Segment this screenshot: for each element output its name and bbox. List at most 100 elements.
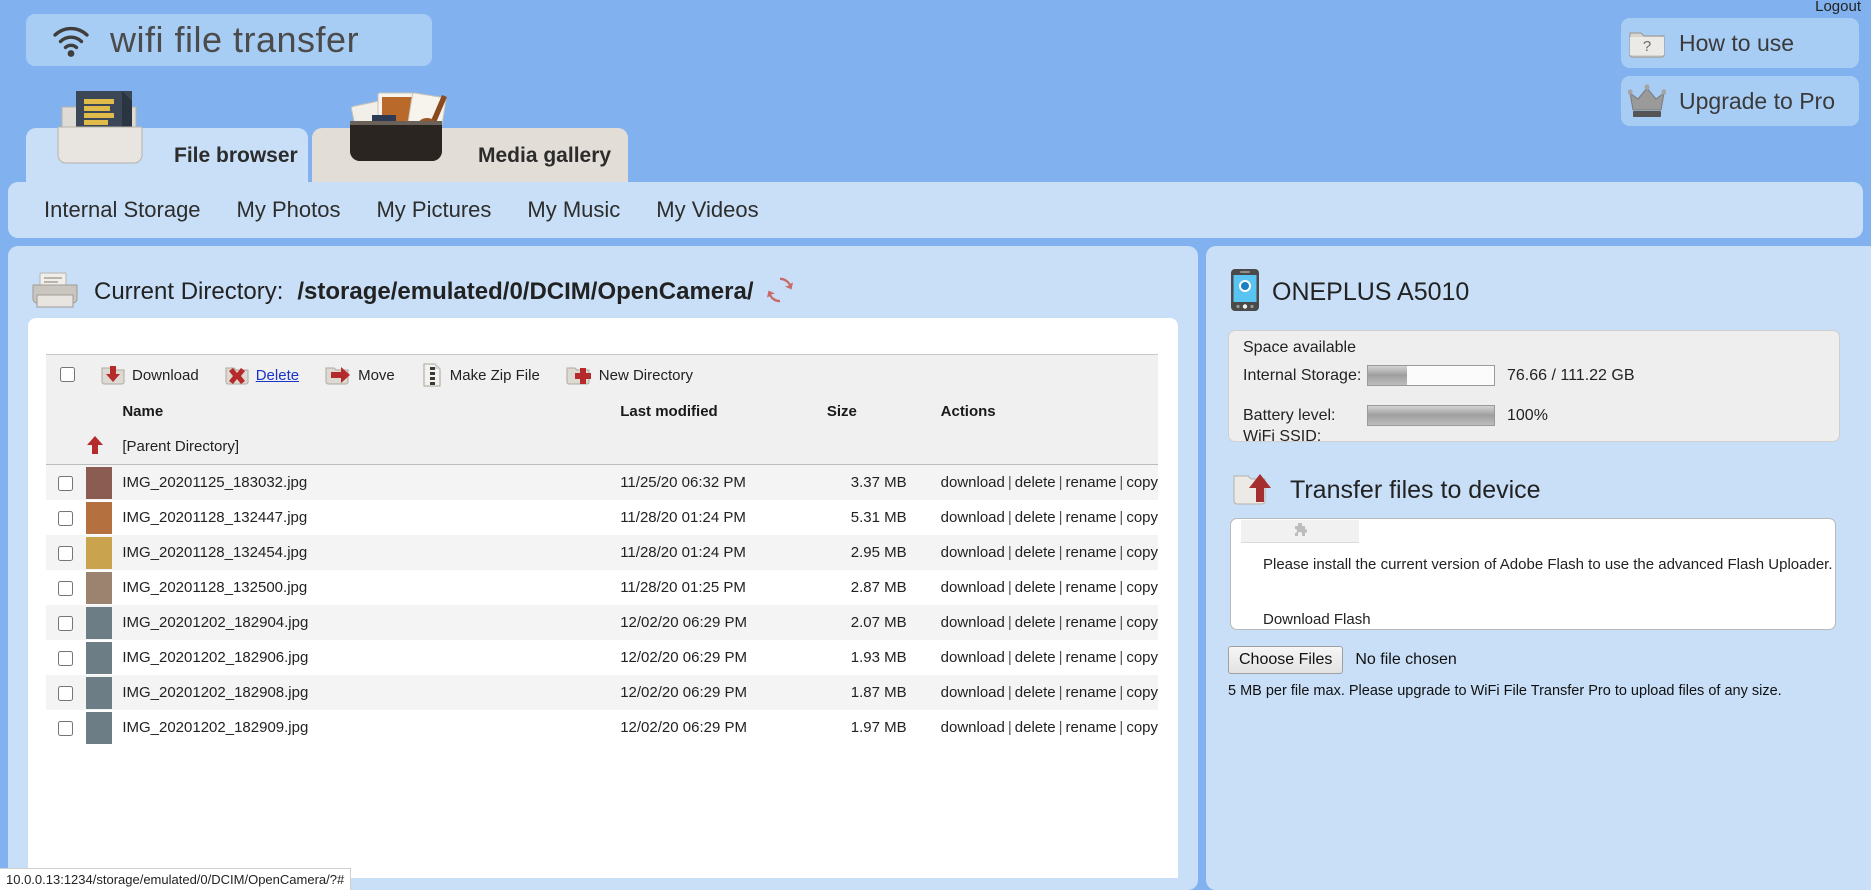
header-last-modified[interactable]: Last modified bbox=[620, 394, 809, 429]
how-to-use-button[interactable]: ? How to use bbox=[1621, 18, 1859, 68]
table-row[interactable]: IMG_20201128_132447.jpg 11/28/20 01:24 PM… bbox=[46, 500, 1158, 535]
action-download[interactable]: download bbox=[941, 474, 1005, 491]
action-rename[interactable]: rename bbox=[1066, 614, 1117, 631]
parent-directory-label[interactable]: [Parent Directory] bbox=[122, 429, 621, 465]
action-delete[interactable]: delete bbox=[1015, 509, 1056, 526]
file-actions[interactable]: download | delete | rename | copy bbox=[907, 535, 1158, 570]
row-select-checkbox[interactable] bbox=[46, 500, 86, 535]
file-thumbnail[interactable] bbox=[85, 535, 123, 570]
row-select-checkbox[interactable] bbox=[46, 710, 86, 745]
file-actions[interactable]: download | delete | rename | copy bbox=[907, 500, 1158, 535]
action-rename[interactable]: rename bbox=[1066, 649, 1117, 666]
action-rename[interactable]: rename bbox=[1066, 684, 1117, 701]
logout-link[interactable]: Logout bbox=[1815, 0, 1861, 15]
action-rename[interactable]: rename bbox=[1066, 474, 1117, 491]
action-delete[interactable]: delete bbox=[1015, 684, 1056, 701]
move-button[interactable]: Move bbox=[325, 364, 395, 386]
table-row[interactable]: IMG_20201202_182906.jpg 12/02/20 06:29 PM… bbox=[46, 640, 1158, 675]
action-delete[interactable]: delete bbox=[1015, 649, 1056, 666]
action-download[interactable]: download bbox=[941, 614, 1005, 631]
action-download[interactable]: download bbox=[941, 649, 1005, 666]
action-download[interactable]: download bbox=[941, 579, 1005, 596]
action-rename[interactable]: rename bbox=[1066, 719, 1117, 736]
action-delete[interactable]: delete bbox=[1015, 614, 1056, 631]
action-download[interactable]: download bbox=[941, 509, 1005, 526]
select-all-checkbox[interactable] bbox=[60, 366, 75, 384]
nav-item-internal-storage[interactable]: Internal Storage bbox=[44, 197, 201, 223]
file-name[interactable]: IMG_20201128_132447.jpg bbox=[122, 500, 620, 535]
file-thumbnail[interactable] bbox=[85, 605, 123, 640]
table-row[interactable]: IMG_20201125_183032.jpg 11/25/20 06:32 PM… bbox=[46, 464, 1158, 501]
tab-media-gallery[interactable]: Media gallery bbox=[312, 92, 628, 182]
row-select-checkbox[interactable] bbox=[46, 535, 86, 570]
delete-button[interactable]: Delete bbox=[225, 364, 299, 386]
parent-directory-row[interactable]: [Parent Directory] bbox=[46, 429, 1158, 465]
file-name[interactable]: IMG_20201202_182906.jpg bbox=[122, 640, 620, 675]
action-rename[interactable]: rename bbox=[1066, 544, 1117, 561]
action-delete[interactable]: delete bbox=[1015, 544, 1056, 561]
new-directory-button[interactable]: New Directory bbox=[566, 364, 693, 386]
table-row[interactable]: IMG_20201128_132500.jpg 11/28/20 01:25 PM… bbox=[46, 570, 1158, 605]
action-rename[interactable]: rename bbox=[1066, 579, 1117, 596]
file-name[interactable]: IMG_20201202_182904.jpg bbox=[122, 605, 620, 640]
file-actions[interactable]: download | delete | rename | copy bbox=[907, 605, 1158, 640]
file-actions[interactable]: download | delete | rename | copy bbox=[907, 640, 1158, 675]
table-row[interactable]: IMG_20201202_182904.jpg 12/02/20 06:29 PM… bbox=[46, 605, 1158, 640]
action-download[interactable]: download bbox=[941, 684, 1005, 701]
file-actions[interactable]: download | delete | rename | copy bbox=[907, 465, 1158, 501]
action-copy[interactable]: copy bbox=[1126, 684, 1158, 701]
action-download[interactable]: download bbox=[941, 719, 1005, 736]
choose-files-button[interactable]: Choose Files bbox=[1228, 646, 1344, 674]
nav-item-my-videos[interactable]: My Videos bbox=[656, 197, 758, 223]
table-row[interactable]: IMG_20201202_182909.jpg 12/02/20 06:29 PM… bbox=[46, 710, 1158, 745]
battery-row: Battery level: 100% bbox=[1243, 405, 1548, 426]
action-copy[interactable]: copy bbox=[1126, 509, 1158, 526]
download-flash-link[interactable]: Download Flash bbox=[1263, 611, 1371, 628]
action-delete[interactable]: delete bbox=[1015, 579, 1056, 596]
action-delete[interactable]: delete bbox=[1015, 719, 1056, 736]
file-actions[interactable]: download | delete | rename | copy bbox=[907, 675, 1158, 710]
action-copy[interactable]: copy bbox=[1126, 614, 1158, 631]
file-name[interactable]: IMG_20201128_132500.jpg bbox=[122, 570, 620, 605]
download-button[interactable]: Download bbox=[101, 364, 199, 386]
row-select-checkbox[interactable] bbox=[46, 465, 86, 501]
file-thumbnail[interactable] bbox=[85, 640, 123, 675]
file-name[interactable]: IMG_20201128_132454.jpg bbox=[122, 535, 620, 570]
action-download[interactable]: download bbox=[941, 544, 1005, 561]
action-delete[interactable]: delete bbox=[1015, 474, 1056, 491]
nav-item-my-photos[interactable]: My Photos bbox=[237, 197, 341, 223]
file-actions[interactable]: download | delete | rename | copy bbox=[907, 710, 1158, 745]
file-thumbnail[interactable] bbox=[85, 570, 123, 605]
file-size: 1.87 MB bbox=[850, 684, 907, 701]
action-copy[interactable]: copy bbox=[1126, 719, 1158, 736]
file-thumbnail[interactable] bbox=[85, 465, 123, 501]
file-thumbnail[interactable] bbox=[85, 675, 123, 710]
file-thumbnail[interactable] bbox=[85, 710, 123, 745]
action-copy[interactable]: copy bbox=[1126, 649, 1158, 666]
row-select-checkbox[interactable] bbox=[46, 640, 86, 675]
row-select-checkbox[interactable] bbox=[46, 675, 86, 710]
action-copy[interactable]: copy bbox=[1126, 474, 1158, 491]
parent-up-icon bbox=[85, 429, 123, 465]
action-copy[interactable]: copy bbox=[1126, 579, 1158, 596]
row-select-checkbox[interactable] bbox=[46, 570, 86, 605]
file-name[interactable]: IMG_20201202_182908.jpg bbox=[122, 675, 620, 710]
nav-item-my-pictures[interactable]: My Pictures bbox=[376, 197, 491, 223]
header-size[interactable]: Size bbox=[808, 394, 907, 429]
action-copy[interactable]: copy bbox=[1126, 544, 1158, 561]
tab-file-browser[interactable]: File browser bbox=[26, 91, 308, 182]
nav-item-my-music[interactable]: My Music bbox=[527, 197, 620, 223]
make-zip-button[interactable]: Make Zip File bbox=[421, 363, 540, 387]
device-header: ONEPLUS A5010 bbox=[1230, 268, 1469, 317]
file-actions[interactable]: download | delete | rename | copy bbox=[907, 570, 1158, 605]
file-name[interactable]: IMG_20201125_183032.jpg bbox=[122, 465, 620, 501]
action-rename[interactable]: rename bbox=[1066, 509, 1117, 526]
upgrade-to-pro-button[interactable]: Upgrade to Pro bbox=[1621, 76, 1859, 126]
row-select-checkbox[interactable] bbox=[46, 605, 86, 640]
table-row[interactable]: IMG_20201202_182908.jpg 12/02/20 06:29 PM… bbox=[46, 675, 1158, 710]
table-row[interactable]: IMG_20201128_132454.jpg 11/28/20 01:24 PM… bbox=[46, 535, 1158, 570]
file-thumbnail[interactable] bbox=[85, 500, 123, 535]
file-name[interactable]: IMG_20201202_182909.jpg bbox=[122, 710, 620, 745]
refresh-icon[interactable] bbox=[766, 276, 794, 309]
header-name[interactable]: Name bbox=[122, 394, 621, 429]
